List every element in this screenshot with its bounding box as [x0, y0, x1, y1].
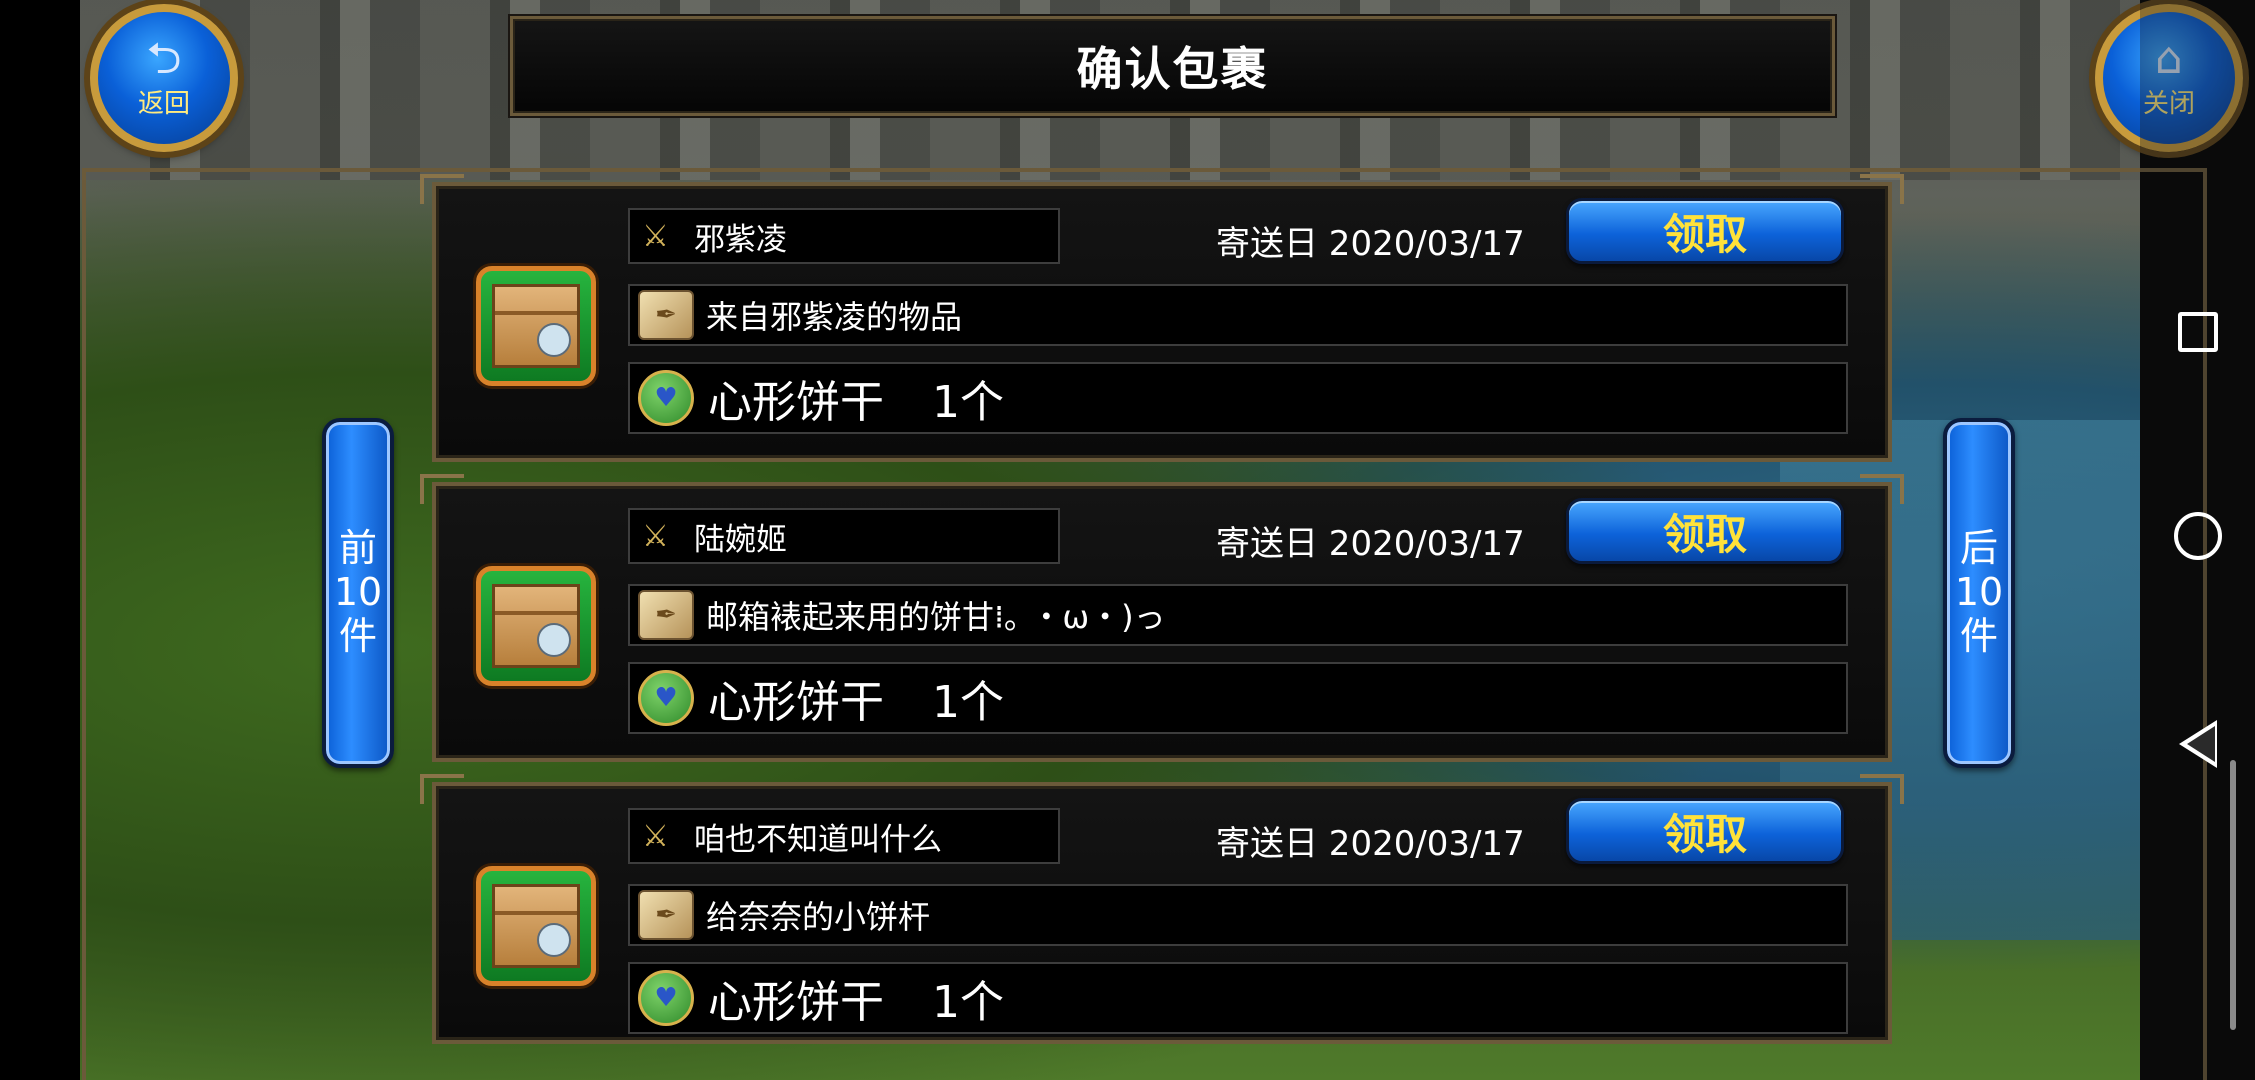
package-box-icon: [476, 866, 596, 986]
frame-ornament: [1860, 174, 1904, 204]
next-page-label-1: 后: [1959, 526, 1998, 571]
sender-field: ⚔ 邪紫凌: [628, 208, 1060, 264]
scrollbar[interactable]: [2230, 760, 2236, 1030]
sender-name: 咱也不知道叫什么: [694, 821, 942, 858]
frame-ornament: [1860, 774, 1904, 804]
item-name: 心形饼干: [708, 377, 884, 428]
prev-page-label-1: 前: [338, 526, 377, 571]
message-text: 来自邪紫凌的物品: [706, 298, 963, 336]
cookie-item-icon: ♥: [638, 970, 694, 1026]
sword-shield-icon: ⚔: [642, 818, 669, 854]
recent-apps-icon[interactable]: [2177, 312, 2218, 352]
prev-page-button[interactable]: 前 10 件: [322, 418, 394, 768]
item-name: 心形饼干: [708, 677, 884, 728]
send-date: 寄送日 2020/03/17: [1216, 824, 1525, 864]
frame-ornament: [420, 774, 464, 804]
scroll-quill-icon: ✒: [638, 890, 694, 940]
back-button-label: 返回: [137, 88, 190, 119]
parcel-card: ⚔ 邪紫凌 寄送日 2020/03/17 领取 ✒ 来自邪紫凌的物品 ♥ 心形饼…: [420, 174, 1904, 462]
scroll-quill-icon: ✒: [638, 290, 694, 340]
message-field: ✒ 给奈奈的小饼杆: [628, 884, 1848, 946]
next-page-label-2: 10: [1954, 570, 2004, 615]
back-arrow-icon: ⮌: [146, 32, 182, 84]
message-text: 邮箱裱起来用的饼甘⁞｡ ・ω・)っ: [706, 598, 1166, 636]
scroll-quill-icon: ✒: [638, 590, 694, 640]
system-navigation-bar: [2140, 0, 2255, 1080]
prev-page-label-2: 10: [333, 570, 383, 615]
item-quantity: 1个: [932, 377, 1004, 428]
sword-shield-icon: ⚔: [642, 218, 669, 254]
cookie-item-icon: ♥: [638, 670, 694, 726]
item-quantity: 1个: [932, 677, 1004, 728]
next-page-label-3: 件: [1959, 613, 1998, 658]
parcel-card: ⚔ 陆婉姬 寄送日 2020/03/17 领取 ✒ 邮箱裱起来用的饼甘⁞｡ ・ω…: [420, 474, 1904, 762]
nav-back-icon[interactable]: [2178, 720, 2217, 768]
sword-shield-icon: ⚔: [642, 518, 669, 554]
message-text: 给奈奈的小饼杆: [706, 898, 931, 936]
claim-button[interactable]: 领取: [1566, 798, 1844, 864]
send-date: 寄送日 2020/03/17: [1216, 524, 1525, 564]
prev-page-label-3: 件: [338, 613, 377, 658]
item-field: ♥ 心形饼干 1个: [628, 962, 1848, 1034]
next-page-button[interactable]: 后 10 件: [1943, 418, 2015, 768]
back-button[interactable]: ⮌ 返回: [90, 4, 238, 152]
item-quantity: 1个: [932, 977, 1004, 1028]
send-date: 寄送日 2020/03/17: [1216, 224, 1525, 264]
title-bar: 确认包裹: [510, 16, 1835, 116]
frame-ornament: [420, 474, 464, 504]
package-box-icon: [476, 266, 596, 386]
message-field: ✒ 来自邪紫凌的物品: [628, 284, 1848, 346]
item-name: 心形饼干: [708, 977, 884, 1028]
parcel-card: ⚔ 咱也不知道叫什么 寄送日 2020/03/17 领取 ✒ 给奈奈的小饼杆 ♥…: [420, 774, 1904, 1044]
package-box-icon: [476, 566, 596, 686]
sender-name: 陆婉姬: [694, 521, 787, 558]
sender-name: 邪紫凌: [694, 221, 787, 258]
frame-ornament: [420, 174, 464, 204]
frame-ornament: [1860, 474, 1904, 504]
sender-field: ⚔ 咱也不知道叫什么: [628, 808, 1060, 864]
claim-button[interactable]: 领取: [1566, 198, 1844, 264]
claim-button[interactable]: 领取: [1566, 498, 1844, 564]
item-field: ♥ 心形饼干 1个: [628, 662, 1848, 734]
home-circle-icon[interactable]: [2173, 512, 2222, 560]
sender-field: ⚔ 陆婉姬: [628, 508, 1060, 564]
page-title: 确认包裹: [1076, 42, 1269, 96]
item-field: ♥ 心形饼干 1个: [628, 362, 1848, 434]
cookie-item-icon: ♥: [638, 370, 694, 426]
message-field: ✒ 邮箱裱起来用的饼甘⁞｡ ・ω・)っ: [628, 584, 1848, 646]
